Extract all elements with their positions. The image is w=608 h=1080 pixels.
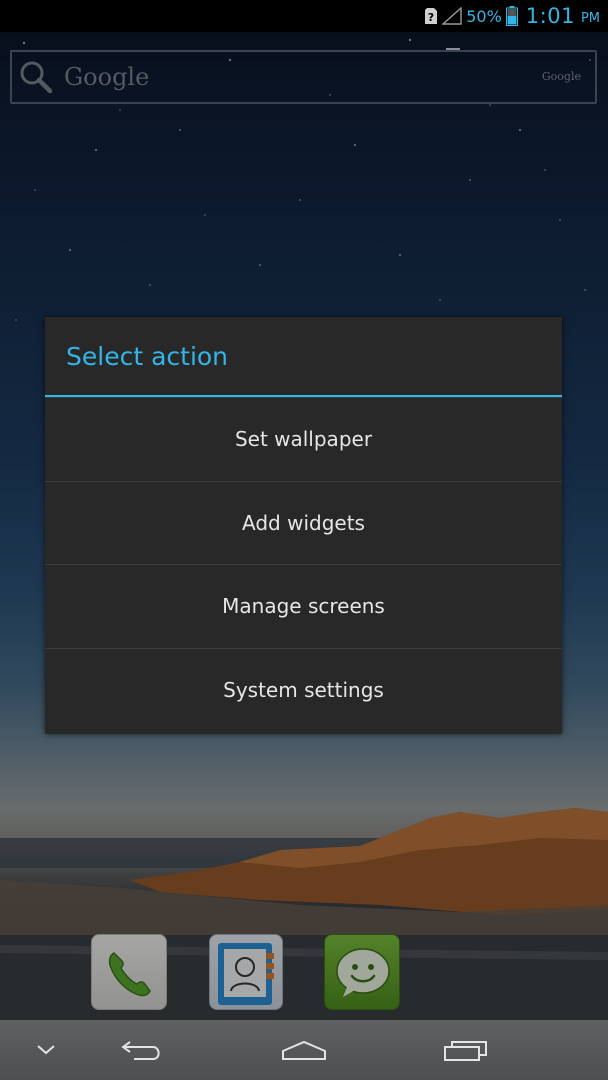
- navigation-bar: [0, 1020, 608, 1080]
- no-sim-icon: ?: [424, 7, 438, 25]
- back-button[interactable]: [112, 1020, 172, 1080]
- signal-icon: [442, 7, 462, 25]
- battery-percent: 50%: [466, 6, 502, 26]
- battery-icon: [505, 6, 518, 26]
- menu-chevron-button[interactable]: [22, 1020, 70, 1080]
- home-button[interactable]: [274, 1020, 334, 1080]
- system-settings-option[interactable]: System settings: [45, 647, 562, 732]
- set-wallpaper-option[interactable]: Set wallpaper: [45, 397, 562, 481]
- recent-apps-icon: [444, 1041, 487, 1061]
- menu-chevron-icon: [37, 1045, 55, 1055]
- svg-text:?: ?: [428, 11, 434, 24]
- recent-apps-button[interactable]: [436, 1020, 496, 1080]
- add-widgets-option[interactable]: Add widgets: [45, 480, 562, 565]
- clock-time: 1:01: [525, 4, 575, 28]
- status-bar: ? 50% 1:01 PM: [0, 0, 608, 32]
- home-icon: [282, 1040, 326, 1060]
- dialog-title: Select action: [45, 317, 562, 397]
- manage-screens-option[interactable]: Manage screens: [45, 564, 562, 648]
- select-action-dialog: Select action Set wallpaper Add widgets …: [45, 317, 562, 734]
- back-icon: [121, 1041, 160, 1060]
- clock-ampm: PM: [580, 11, 600, 26]
